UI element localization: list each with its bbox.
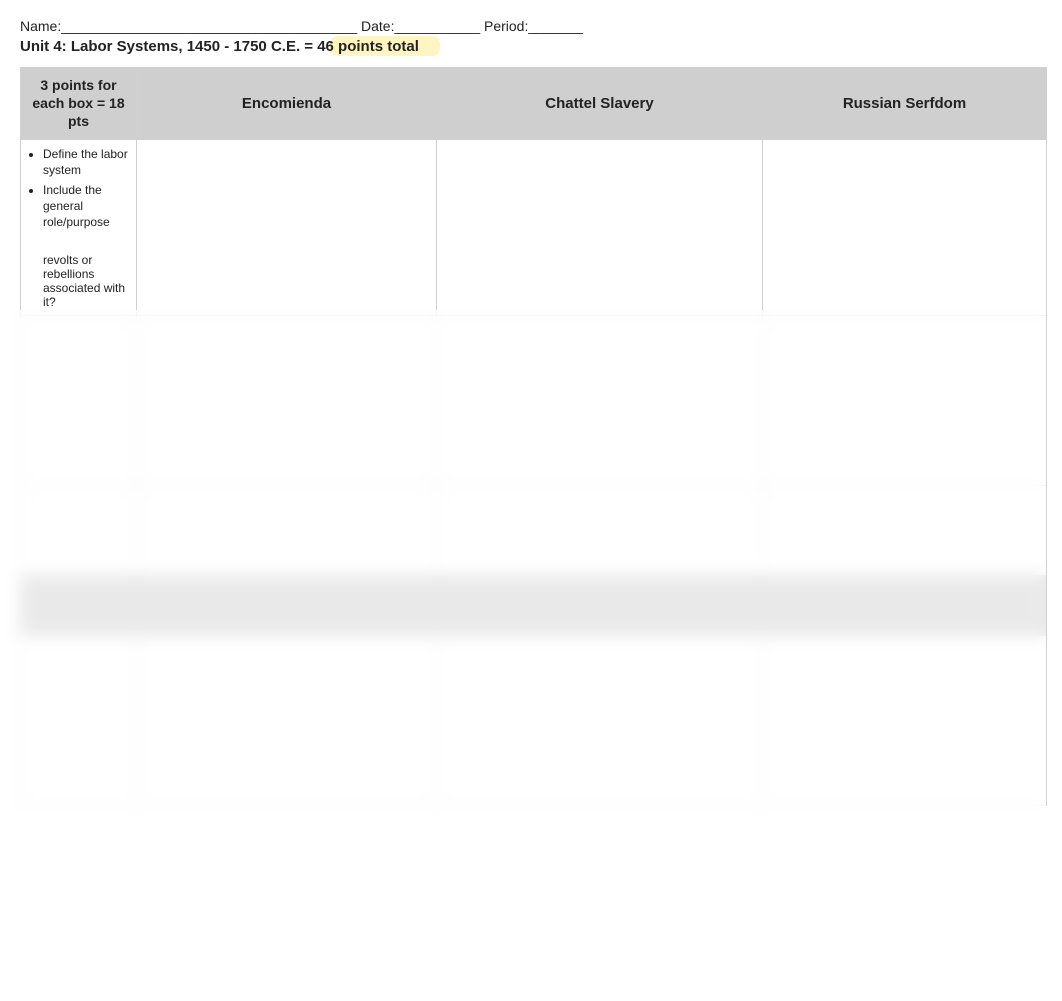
row-prompt [21,635,137,805]
unit-title: Unit 4: Labor Systems, 1450 - 1750 C.E. … [20,38,419,55]
answer-cell [137,485,437,575]
header-line: Name:___________________________________… [20,18,1062,34]
table-row [21,315,1047,485]
answer-cell [763,315,1047,485]
answer-cell [437,635,763,805]
table-row: Define the labor system Include the gene… [21,139,1047,315]
table-header-row [21,575,1047,635]
answer-cell [437,315,763,485]
points-header: 3 points for each box = 18 pts [21,68,137,140]
prompt-item: Include the general role/purpose [43,182,128,231]
col-header-serfdom: Russian Serfdom [763,68,1047,140]
prompt-item: revolts or rebellions associated with it… [29,253,128,309]
answer-cell [137,139,437,315]
table-row [21,485,1047,575]
answer-cell [437,485,763,575]
col-header [763,575,1047,635]
col-header [137,575,437,635]
answer-cell [137,315,437,485]
period-label: Period:_______ [484,18,583,34]
prompt-item: Define the labor system [43,146,128,178]
row-prompt [21,485,137,575]
row-prompt: Define the labor system Include the gene… [21,139,137,315]
col-header-encomienda: Encomienda [137,68,437,140]
answer-cell [763,139,1047,315]
answer-cell [137,635,437,805]
points-header [21,575,137,635]
col-header-chattel: Chattel Slavery [437,68,763,140]
answer-cell [437,139,763,315]
answer-cell [763,485,1047,575]
col-header [437,575,763,635]
name-label: Name:___________________________________… [20,18,357,34]
answer-cell [763,635,1047,805]
labor-systems-table: 3 points for each box = 18 pts Encomiend… [20,67,1047,806]
date-label: Date:___________ [361,18,480,34]
table-header-row: 3 points for each box = 18 pts Encomiend… [21,68,1047,140]
row-prompt [21,315,137,485]
table-row [21,635,1047,805]
